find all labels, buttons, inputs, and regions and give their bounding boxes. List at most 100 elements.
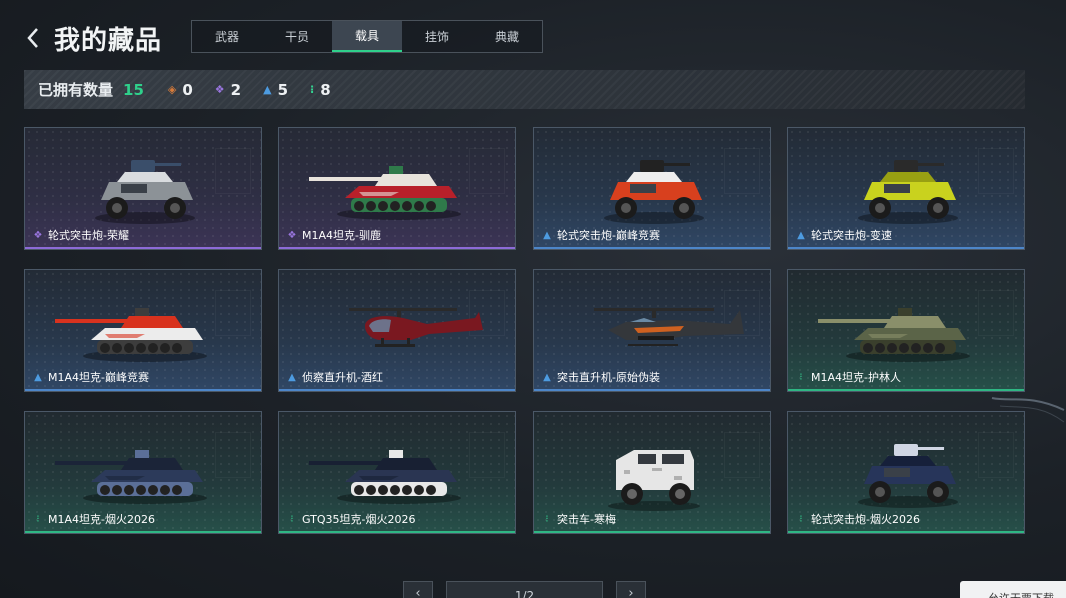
back-button[interactable] <box>22 24 46 52</box>
vehicle-card[interactable]: ▲ 轮式突击炮-变速 <box>787 127 1025 250</box>
vehicle-name-row: ⁝ M1A4坦克-烟火2026 <box>33 511 155 527</box>
vehicle-name: GTQ35坦克-烟火2026 <box>302 513 416 526</box>
blue-rarity-icon: ▲ <box>34 371 42 383</box>
green-rarity-icon: ⁝ <box>799 513 803 525</box>
vehicle-image <box>349 308 483 347</box>
vehicle-name-row: ▲ 突击直升机-原始伪装 <box>542 369 660 385</box>
rarity-bar <box>788 247 1024 249</box>
vehicle-name: M1A4坦克-驯鹿 <box>302 229 381 242</box>
owned-count-label: 已拥有数量 <box>38 81 114 99</box>
rarity-bar <box>788 531 1024 533</box>
vehicle-name-row: ❖ M1A4坦克-驯鹿 <box>287 227 381 243</box>
purple-rarity-icon: ❖ <box>214 83 225 96</box>
light-streak-decoration <box>991 397 1065 423</box>
vehicle-image <box>608 450 700 511</box>
vehicle-card[interactable]: ⁝ GTQ35坦克-烟火2026 <box>278 411 516 534</box>
chevron-right-icon: › <box>628 586 634 598</box>
vehicle-name-row: ▲ 轮式突击炮-变速 <box>796 227 892 243</box>
rarity-bar <box>534 247 770 249</box>
rarity-count-value: 0 <box>182 80 193 99</box>
chevron-left-icon: ‹ <box>415 586 421 598</box>
vehicle-card[interactable]: ▲ 突击直升机-原始伪装 <box>533 269 771 392</box>
purple-rarity-icon: ❖ <box>33 229 43 241</box>
vehicle-image <box>309 166 461 220</box>
vehicle-image <box>604 160 704 224</box>
green-rarity-icon: ⁝ <box>290 513 294 525</box>
rarity-count-1: ❖ 2 <box>215 81 241 99</box>
vehicle-name: M1A4坦克-巅峰竞赛 <box>48 371 149 384</box>
purple-rarity-icon: ❖ <box>287 229 297 241</box>
rarity-counts: ◈ 0 ❖ 2 ▲ 5 ⁝ 8 <box>168 81 331 99</box>
vehicle-name-row: ▲ 轮式突击炮-巅峰竞赛 <box>542 227 660 243</box>
tab-4[interactable]: 典藏 <box>472 21 542 52</box>
owned-count-total: 15 <box>123 80 144 99</box>
tab-3[interactable]: 挂饰 <box>402 21 472 52</box>
vehicle-name-row: ❖ 轮式突击炮-荣耀 <box>33 227 129 243</box>
blue-rarity-icon: ▲ <box>797 229 805 241</box>
rarity-bar <box>25 389 261 391</box>
page-indicator: 1/2 <box>446 581 603 598</box>
vehicle-name: 轮式突击炮-荣耀 <box>48 229 129 242</box>
vehicle-card[interactable]: ⁝ M1A4坦克-护林人 <box>787 269 1025 392</box>
orange-rarity-icon: ◈ <box>167 83 177 96</box>
vehicle-name: 轮式突击炮-烟火2026 <box>811 513 920 526</box>
vehicle-name-row: ▲ M1A4坦克-巅峰竞赛 <box>33 369 149 385</box>
vehicle-name-row: ⁝ M1A4坦克-护林人 <box>796 369 901 385</box>
vehicle-name-row: ⁝ GTQ35坦克-烟火2026 <box>287 511 415 527</box>
vehicle-name-row: ⁝ 轮式突击炮-烟火2026 <box>796 511 920 527</box>
blue-rarity-icon: ▲ <box>543 371 551 383</box>
tab-0[interactable]: 武器 <box>192 21 262 52</box>
vehicle-image <box>858 160 958 224</box>
prev-page-button[interactable]: ‹ <box>403 581 433 598</box>
collection-grid: ❖ 轮式突击炮-荣耀 ❖ M1A4坦克-驯鹿 ▲ 轮式突击炮-巅峰竞赛 ▲ 轮式突击炮-… <box>24 127 1025 535</box>
pagination: ‹ 1/2 › <box>0 581 1066 598</box>
vehicle-name: 突击直升机-原始伪装 <box>557 371 660 384</box>
vehicle-name-row: ⁝ 突击车-寒梅 <box>542 511 616 527</box>
tab-1[interactable]: 干员 <box>262 21 332 52</box>
vehicle-image <box>818 308 970 362</box>
vehicle-card[interactable]: ▲ 侦察直升机-酒红 <box>278 269 516 392</box>
rarity-bar <box>279 247 515 249</box>
vehicle-name: M1A4坦克-护林人 <box>811 371 901 384</box>
green-rarity-icon: ⁝ <box>799 371 803 383</box>
vehicle-card[interactable]: ❖ 轮式突击炮-荣耀 <box>24 127 262 250</box>
vehicle-card[interactable]: ⁝ M1A4坦克-烟火2026 <box>24 411 262 534</box>
next-page-button[interactable]: › <box>616 581 646 598</box>
vehicle-image <box>55 450 207 504</box>
vehicle-name-row: ▲ 侦察直升机-酒红 <box>287 369 383 385</box>
rarity-count-value: 8 <box>320 80 331 99</box>
vehicle-image <box>95 160 195 224</box>
vehicle-name: 轮式突击炮-巅峰竞赛 <box>557 229 660 242</box>
vehicle-image <box>594 308 744 346</box>
blue-rarity-icon: ▲ <box>263 83 272 96</box>
vehicle-name: 侦察直升机-酒红 <box>302 371 383 384</box>
green-rarity-icon: ⁝ <box>310 83 315 96</box>
vehicle-image <box>309 450 461 504</box>
rarity-count-3: ⁝ 8 <box>310 81 331 99</box>
green-rarity-icon: ⁝ <box>36 513 40 525</box>
rarity-bar <box>279 389 515 391</box>
tab-2[interactable]: 载具 <box>332 21 402 52</box>
rarity-bar <box>788 389 1024 391</box>
header: 我的藏品 武器 干员 载具 挂饰 典藏 <box>0 0 1066 70</box>
vehicle-name: 轮式突击炮-变速 <box>811 229 892 242</box>
rarity-bar <box>534 389 770 391</box>
rarity-bar <box>25 531 261 533</box>
chevron-left-icon <box>27 28 38 48</box>
rarity-count-value: 5 <box>277 80 289 99</box>
rarity-count-value: 2 <box>230 80 242 99</box>
vehicle-card[interactable]: ❖ M1A4坦克-驯鹿 <box>278 127 516 250</box>
download-toast[interactable]: 允许无票下载 <box>960 581 1066 598</box>
green-rarity-icon: ⁝ <box>545 513 549 525</box>
owned-count-bar: 已拥有数量 15 ◈ 0 ❖ 2 ▲ 5 ⁝ 8 <box>24 70 1025 109</box>
rarity-bar <box>279 531 515 533</box>
vehicle-card[interactable]: ▲ M1A4坦克-巅峰竞赛 <box>24 269 262 392</box>
rarity-count-2: ▲ 5 <box>263 81 288 99</box>
vehicle-card[interactable]: ⁝ 突击车-寒梅 <box>533 411 771 534</box>
blue-rarity-icon: ▲ <box>543 229 551 241</box>
blue-rarity-icon: ▲ <box>288 371 296 383</box>
page-title: 我的藏品 <box>54 26 163 56</box>
vehicle-card[interactable]: ▲ 轮式突击炮-巅峰竞赛 <box>533 127 771 250</box>
vehicle-name: M1A4坦克-烟火2026 <box>48 513 155 526</box>
vehicle-image <box>55 308 207 362</box>
